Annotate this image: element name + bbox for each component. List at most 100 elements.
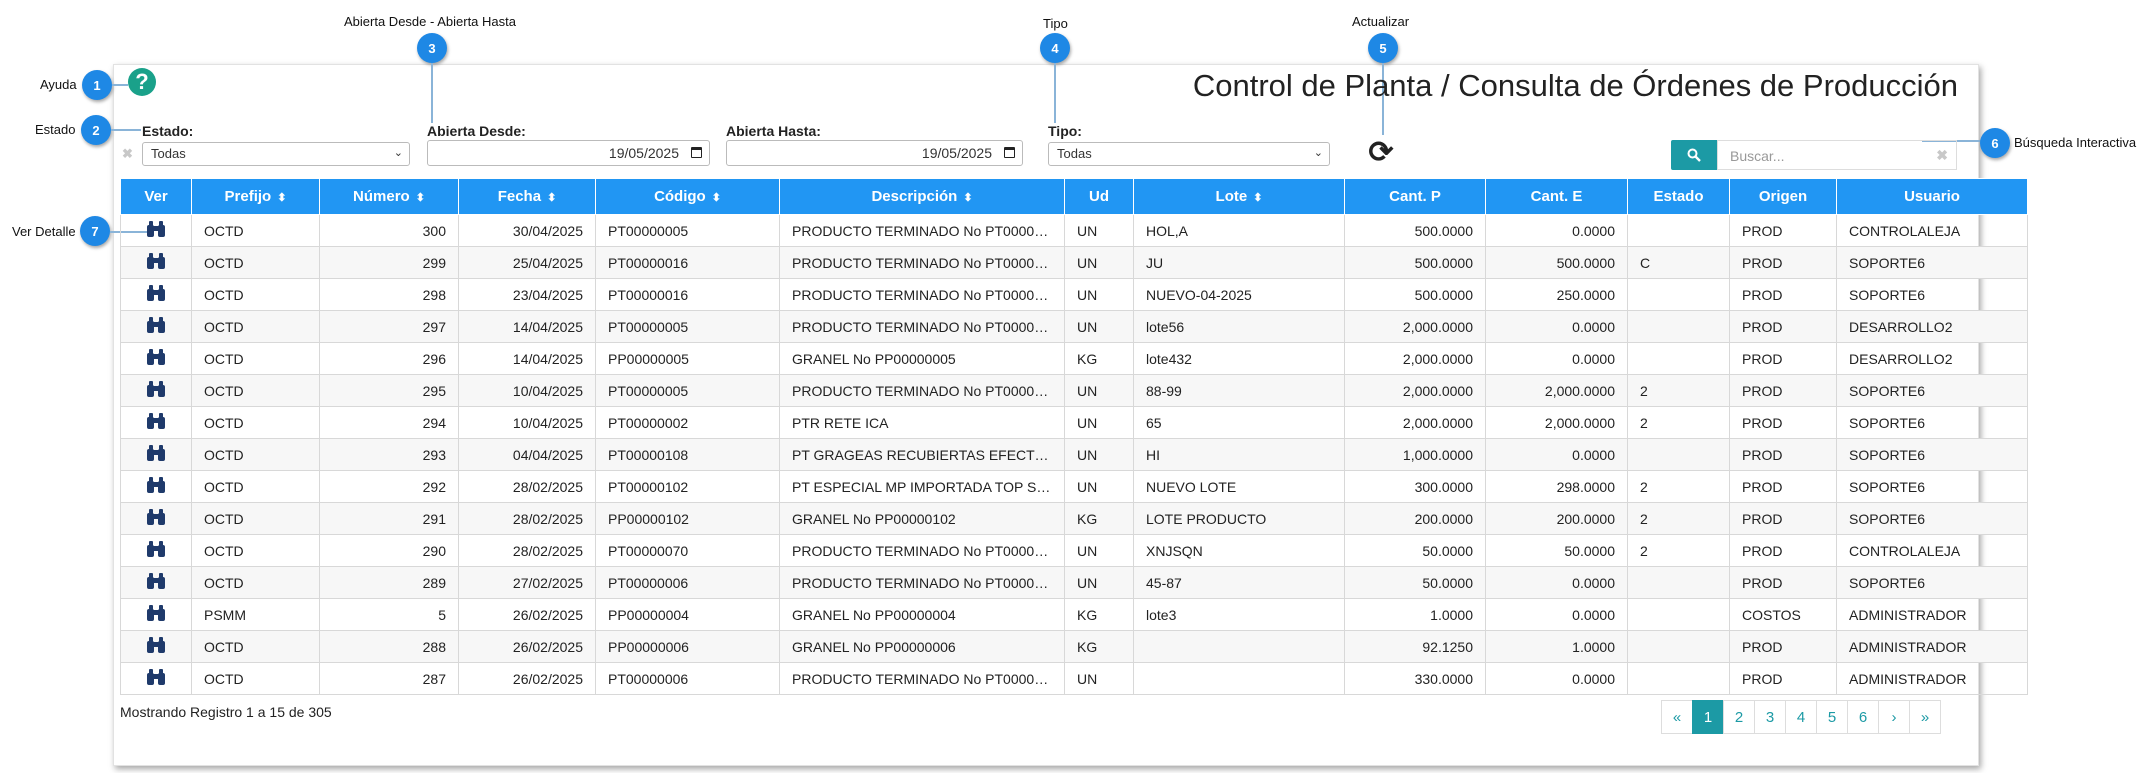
hasta-date-input[interactable]: 19/05/2025 (726, 140, 1023, 166)
page-link[interactable]: 4 (1785, 700, 1817, 734)
cell-usuario: ADMINISTRADOR (1836, 630, 2028, 663)
cell-descripcion: PRODUCTO TERMINADO No PT00000005 (779, 214, 1065, 247)
page-link[interactable]: 3 (1754, 700, 1786, 734)
cell-origen: COSTOS (1729, 598, 1837, 631)
cell-estado: 2 (1627, 502, 1730, 535)
column-header[interactable]: Número ⬍ (319, 178, 459, 215)
view-cell (120, 630, 192, 663)
binoculars-icon[interactable] (146, 572, 166, 590)
view-cell (120, 566, 192, 599)
page-link[interactable]: 2 (1723, 700, 1755, 734)
calendar-icon[interactable] (691, 147, 702, 158)
desde-date-input[interactable]: 19/05/2025 (427, 140, 710, 166)
binoculars-icon[interactable] (146, 316, 166, 334)
refresh-icon[interactable]: ⟳ (1366, 138, 1396, 168)
binoculars-icon[interactable] (146, 412, 166, 430)
tipo-select[interactable]: Todas ⌄ (1048, 142, 1330, 166)
table-row: OCTD 290 28/02/2025 PT00000070 PRODUCTO TERM… (120, 534, 2028, 567)
records-info: Mostrando Registro 1 a 15 de 305 (120, 704, 332, 720)
column-header[interactable]: Prefijo ⬍ (191, 178, 320, 215)
table-row: OCTD 287 26/02/2025 PT00000006 PRODUCTO TERM… (120, 662, 2028, 695)
binoculars-icon[interactable] (146, 476, 166, 494)
callout-line-4 (1054, 63, 1056, 123)
sort-icon[interactable]: ⬍ (277, 192, 286, 204)
column-header[interactable]: Descripción ⬍ (779, 178, 1065, 215)
cell-fecha: 26/02/2025 (458, 630, 596, 663)
estado-clear-icon[interactable]: ✖ (122, 146, 133, 162)
cell-numero: 291 (319, 502, 459, 535)
search-button[interactable] (1671, 140, 1717, 170)
cell-codigo: PT00000005 (595, 214, 780, 247)
binoculars-icon[interactable] (146, 252, 166, 270)
estado-select[interactable]: Todas ⌄ (142, 142, 410, 166)
column-header-label: Estado (1653, 188, 1704, 205)
cell-cantp: 300.0000 (1344, 470, 1486, 503)
cell-cante: 0.0000 (1485, 342, 1628, 375)
cell-descripcion: PRODUCTO TERMINADO No PT00000016 (779, 246, 1065, 279)
column-header[interactable]: Fecha ⬍ (458, 178, 596, 215)
sort-icon[interactable]: ⬍ (1253, 192, 1262, 204)
calendar-icon[interactable] (1004, 147, 1015, 158)
page-link[interactable]: 5 (1816, 700, 1848, 734)
page-link[interactable]: « (1661, 700, 1693, 734)
page-link[interactable]: › (1878, 700, 1910, 734)
page-link[interactable]: 1 (1692, 700, 1724, 734)
cell-prefijo: OCTD (191, 342, 320, 375)
cell-lote: lote56 (1133, 310, 1345, 343)
cell-cante: 200.0000 (1485, 502, 1628, 535)
search-clear-icon[interactable]: ✖ (1936, 147, 1948, 164)
cell-ud: UN (1064, 534, 1134, 567)
binoculars-icon[interactable] (146, 540, 166, 558)
cell-numero: 288 (319, 630, 459, 663)
binoculars-icon[interactable] (146, 636, 166, 654)
cell-cantp: 1.0000 (1344, 598, 1486, 631)
view-cell (120, 662, 192, 695)
hasta-date-value: 19/05/2025 (921, 145, 992, 161)
callout-4: 4 (1040, 33, 1070, 63)
cell-ud: UN (1064, 310, 1134, 343)
binoculars-icon[interactable] (146, 508, 166, 526)
callout-2: 2 (81, 115, 111, 145)
help-icon[interactable]: ? (128, 68, 156, 96)
cell-prefijo: OCTD (191, 470, 320, 503)
annotation-label-ayuda: Ayuda (40, 77, 77, 92)
table-row: OCTD 295 10/04/2025 PT00000005 PRODUCTO TERM… (120, 374, 2028, 407)
column-header-label: Cant. E (1530, 188, 1583, 205)
sort-icon[interactable]: ⬍ (712, 192, 721, 204)
cell-estado (1627, 438, 1730, 471)
cell-origen: PROD (1729, 438, 1837, 471)
cell-ud: KG (1064, 598, 1134, 631)
tipo-select-value: Todas (1057, 146, 1092, 161)
column-header[interactable]: Lote ⬍ (1133, 178, 1345, 215)
view-cell (120, 598, 192, 631)
binoculars-icon[interactable] (146, 380, 166, 398)
cell-usuario: SOPORTE6 (1836, 246, 2028, 279)
cell-numero: 298 (319, 278, 459, 311)
binoculars-icon[interactable] (146, 348, 166, 366)
binoculars-icon[interactable] (146, 668, 166, 686)
cell-origen: PROD (1729, 406, 1837, 439)
page-link[interactable]: 6 (1847, 700, 1879, 734)
cell-codigo: PP00000004 (595, 598, 780, 631)
page-link[interactable]: » (1909, 700, 1941, 734)
cell-prefijo: OCTD (191, 406, 320, 439)
binoculars-icon[interactable] (146, 284, 166, 302)
cell-usuario: DESARROLLO2 (1836, 342, 2028, 375)
callout-line-2 (111, 129, 141, 131)
binoculars-icon[interactable] (146, 444, 166, 462)
cell-lote: lote3 (1133, 598, 1345, 631)
sort-icon[interactable]: ⬍ (547, 192, 556, 204)
cell-ud: KG (1064, 342, 1134, 375)
table-row: OCTD 292 28/02/2025 PT00000102 PT ESPECIAL M… (120, 470, 2028, 503)
sort-icon[interactable]: ⬍ (416, 192, 425, 204)
chevron-down-icon: ⌄ (393, 147, 403, 159)
search-input[interactable]: Buscar... ✖ (1717, 140, 1957, 170)
cell-estado: 2 (1627, 374, 1730, 407)
binoculars-icon[interactable] (146, 604, 166, 622)
column-header[interactable]: Código ⬍ (595, 178, 780, 215)
table-row: OCTD 298 23/04/2025 PT00000016 PRODUCTO TERM… (120, 278, 2028, 311)
cell-estado (1627, 342, 1730, 375)
binoculars-icon[interactable] (146, 220, 166, 238)
search-icon (1687, 148, 1701, 162)
sort-icon[interactable]: ⬍ (963, 192, 972, 204)
